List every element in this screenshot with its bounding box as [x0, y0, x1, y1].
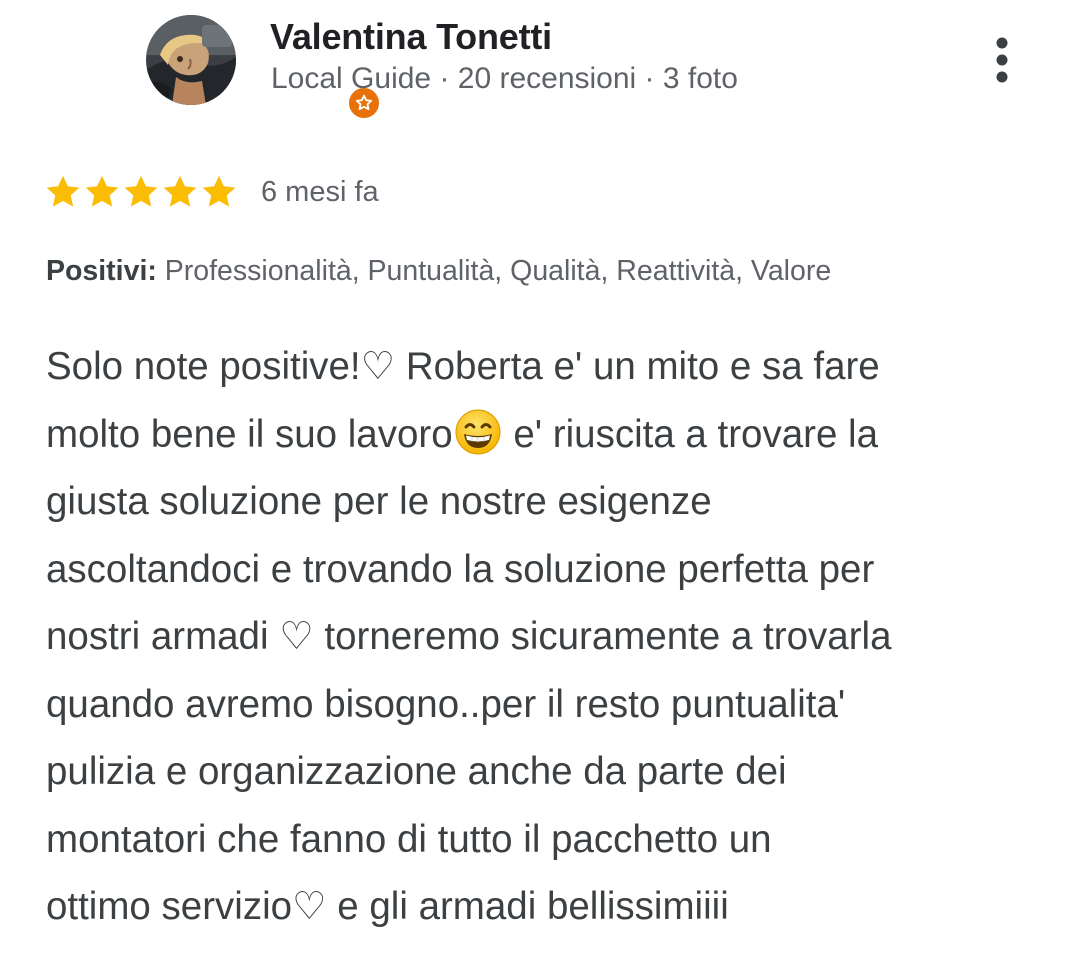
highlights-values: Professionalità, Puntualità, Qualità, Re… — [156, 255, 832, 287]
local-guide-star-icon — [355, 94, 373, 111]
star-icon — [85, 175, 119, 207]
review-line: ottimo servizio♡ e gli armadi bellissimi… — [46, 885, 729, 928]
review-line-part: e' riuscita a trovare la — [502, 412, 879, 456]
star-rating — [44, 173, 239, 211]
review-line: quando avremo bisogno..per il resto punt… — [46, 682, 846, 726]
highlights-label: Positivi: — [46, 255, 157, 287]
review-line: giusta soluzione per le nostre esigenze — [46, 480, 712, 523]
review-line: nostri armadi ♡ torneremo sicuramente a … — [46, 615, 892, 658]
review-line-part: molto bene il suo lavoro — [46, 412, 453, 456]
star-icon — [163, 175, 197, 207]
avatar-photo — [146, 15, 236, 105]
rating-row: 6 mesi fa — [44, 170, 379, 214]
more-vert-icon — [996, 37, 1008, 83]
reviewer-avatar[interactable] — [146, 15, 382, 121]
review-line: molto bene il suo lavoro e' riuscita a t… — [46, 401, 1046, 469]
review-line: Solo note positive!♡ Roberta e' un mito … — [46, 345, 880, 388]
reviewer-meta: Local Guide · 20 recensioni · 3 foto — [271, 62, 738, 95]
review-line: pulizia e organizzazione anche da parte … — [46, 750, 787, 793]
star-icon — [46, 175, 80, 207]
star-icon — [202, 175, 236, 207]
more-options-button[interactable] — [980, 30, 1024, 90]
star-icon — [124, 175, 158, 207]
grinning-face-emoji — [455, 409, 501, 454]
review-highlights: Positivi: Professionalità, Puntualità, Q… — [46, 255, 831, 288]
review-header: Valentina Tonetti Local Guide · 20 recen… — [0, 0, 1080, 121]
review-date: 6 mesi fa — [261, 175, 379, 208]
reviewer-name[interactable]: Valentina Tonetti — [270, 16, 552, 58]
review-line: ascoltandoci e trovando la soluzione per… — [46, 547, 875, 591]
review-line: montatori che fanno di tutto il pacchett… — [46, 817, 772, 861]
review-text: Solo note positive!♡ Roberta e' un mito … — [46, 333, 1046, 941]
